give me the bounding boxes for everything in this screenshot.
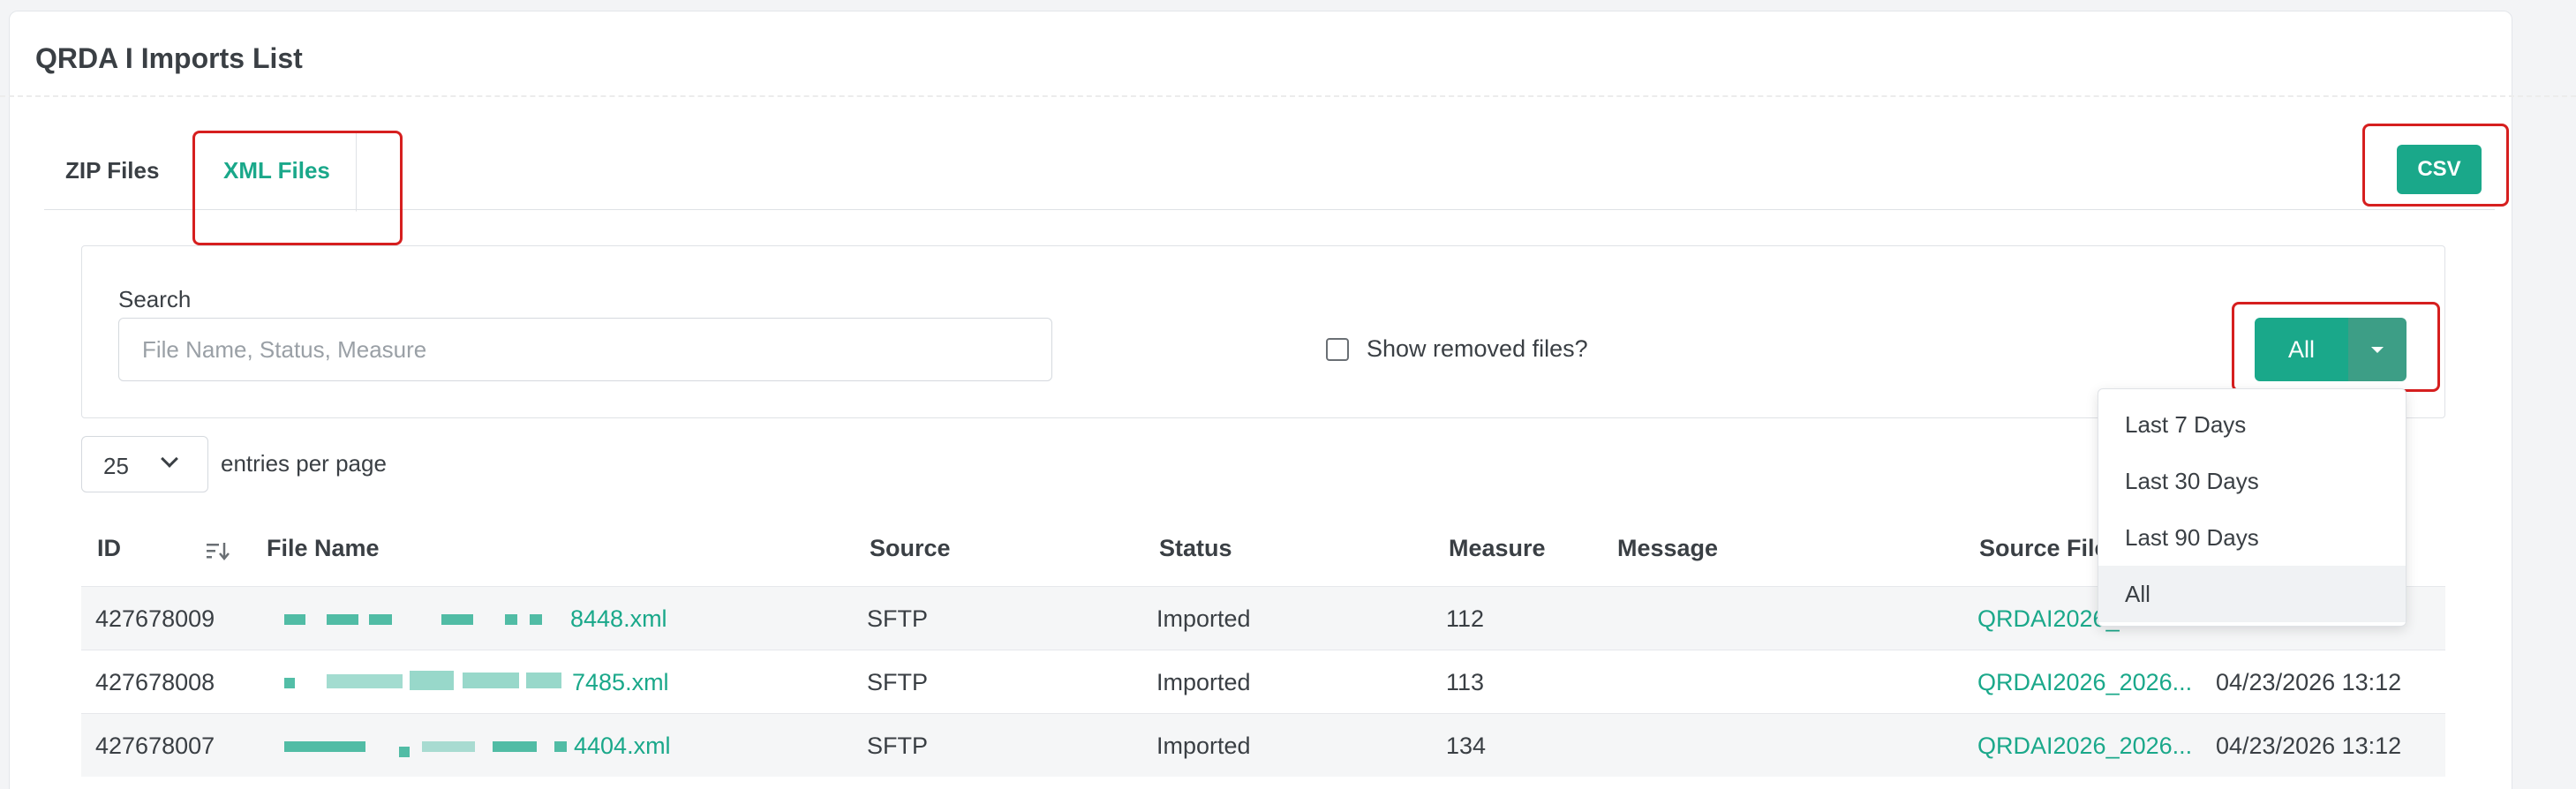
file-name-link[interactable]: 4404.xml: [574, 733, 671, 760]
row-source: SFTP: [867, 733, 929, 759]
title-divider: [0, 95, 2576, 97]
redacted-text: [554, 741, 567, 752]
redacted-text: [530, 614, 542, 625]
menu-item-last-30-days[interactable]: Last 30 Days: [2098, 453, 2406, 509]
row-status: Imported: [1156, 669, 1251, 695]
menu-item-all[interactable]: All: [2098, 566, 2406, 622]
row-measure: 112: [1446, 605, 1485, 632]
search-label: Search: [118, 286, 192, 312]
redacted-text: [441, 614, 473, 625]
row-date: 04/23/2026 13:12: [2216, 733, 2402, 759]
column-header-status[interactable]: Status: [1159, 535, 1232, 562]
show-removed-label[interactable]: Show removed files?: [1367, 335, 1588, 363]
redacted-text: [463, 673, 519, 688]
source-file-link[interactable]: QRDAI2026_2026...: [1977, 669, 2192, 696]
column-header-id[interactable]: ID: [97, 535, 121, 562]
highlight-box-range: [2232, 302, 2440, 392]
row-status: Imported: [1156, 605, 1251, 632]
date-range-menu: Last 7 Days Last 30 Days Last 90 Days Al…: [2098, 388, 2407, 627]
row-date: 04/23/2026 13:12: [2216, 669, 2402, 695]
column-header-source-file[interactable]: Source File: [1979, 535, 2108, 562]
entries-per-page-select[interactable]: 25: [81, 436, 208, 492]
redacted-text: [399, 747, 410, 757]
highlight-box-tab: [192, 131, 403, 245]
row-source: SFTP: [867, 605, 929, 632]
column-header-file-name[interactable]: File Name: [267, 535, 380, 562]
redacted-text: [284, 614, 305, 625]
row-measure: 134: [1446, 733, 1487, 759]
row-id: 427678008: [95, 669, 215, 695]
redacted-text: [526, 673, 561, 688]
menu-item-last-90-days[interactable]: Last 90 Days: [2098, 509, 2406, 566]
redacted-text: [327, 674, 403, 688]
row-measure: 113: [1446, 669, 1485, 695]
redacted-text: [410, 671, 454, 690]
row-id: 427678009: [95, 605, 215, 632]
tabs-border: [44, 209, 2495, 210]
redacted-text: [505, 614, 517, 625]
redacted-text: [327, 614, 358, 625]
tab-zip-files[interactable]: ZIP Files: [65, 157, 159, 184]
file-name-link[interactable]: 8448.xml: [570, 605, 667, 633]
chevron-down-icon: [161, 450, 178, 468]
redacted-text: [422, 741, 475, 752]
search-input[interactable]: [118, 318, 1052, 381]
column-header-measure[interactable]: Measure: [1449, 535, 1546, 562]
redacted-text: [284, 678, 295, 688]
redacted-text: [493, 741, 537, 752]
page-title: QRDA I Imports List: [35, 42, 303, 74]
entries-per-page-value: 25: [103, 453, 129, 479]
sort-icon[interactable]: [205, 540, 230, 561]
redacted-text: [284, 741, 365, 752]
row-id: 427678007: [95, 733, 215, 759]
entries-per-page-label: entries per page: [221, 450, 387, 477]
column-header-message[interactable]: Message: [1617, 535, 1718, 562]
source-file-link[interactable]: QRDAI2026_2026...: [1977, 733, 2192, 760]
file-name-link[interactable]: 7485.xml: [572, 669, 669, 696]
row-status: Imported: [1156, 733, 1251, 759]
row-source: SFTP: [867, 669, 929, 695]
highlight-box-csv: [2362, 124, 2509, 207]
show-removed-checkbox[interactable]: [1326, 338, 1349, 361]
column-header-source[interactable]: Source: [870, 535, 951, 562]
redacted-text: [369, 614, 392, 625]
menu-item-last-7-days[interactable]: Last 7 Days: [2098, 396, 2406, 453]
